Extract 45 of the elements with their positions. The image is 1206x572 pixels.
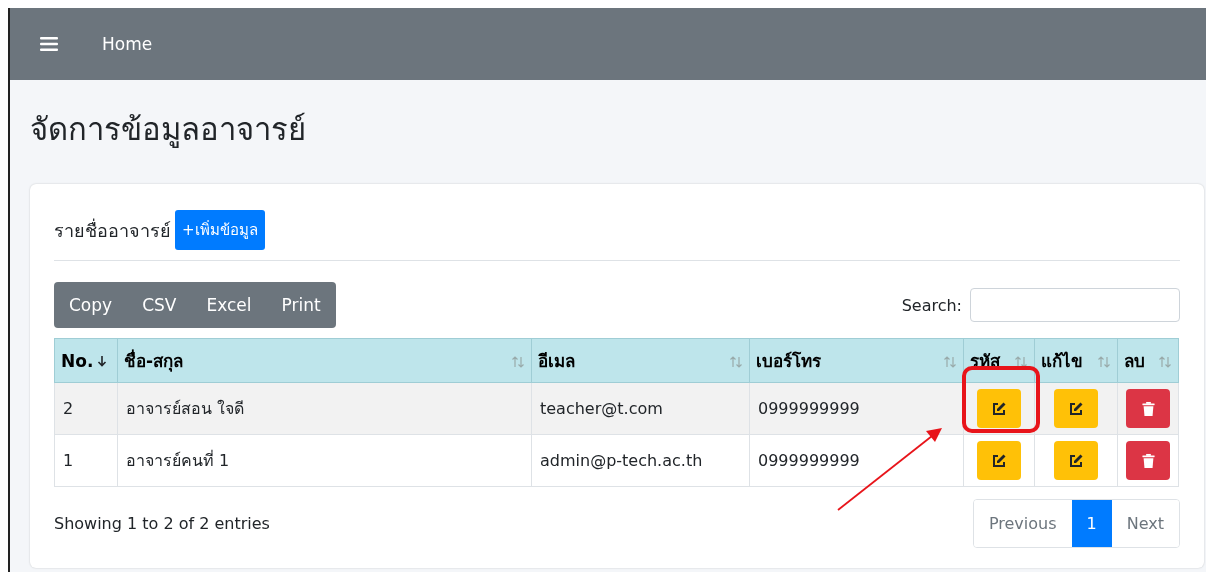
table-cell: 2 (63, 399, 74, 418)
column-header[interactable]: No. (54, 338, 118, 383)
table-cell: 1 (63, 451, 74, 470)
export-button[interactable]: Excel (191, 282, 267, 328)
sort-icon (511, 356, 525, 368)
column-header[interactable]: แก้ไข (1034, 338, 1118, 383)
card-title: รายชื่ออาจารย์ (54, 217, 171, 243)
export-button[interactable]: Copy (54, 282, 128, 328)
trash-icon (1140, 452, 1156, 469)
table-cell: teacher@t.com (540, 399, 663, 418)
page-button[interactable]: 1 (1071, 500, 1112, 547)
search-field[interactable] (970, 288, 1180, 322)
table-cell: 0999999999 (758, 451, 860, 470)
export-button[interactable]: Print (266, 282, 336, 328)
home-link[interactable]: Home (102, 34, 153, 54)
search-label: Search: (901, 295, 962, 315)
column-header[interactable]: ลบ (1117, 338, 1179, 383)
add-button[interactable]: +เพิ่มข้อมูล (175, 210, 265, 250)
sort-icon (943, 356, 957, 368)
table-cell: 0999999999 (758, 399, 860, 418)
edit-icon (1068, 400, 1084, 417)
sort-icon (1158, 356, 1172, 368)
sort-icon (1014, 356, 1028, 368)
column-header[interactable]: เบอร์โทร (749, 338, 964, 383)
edit-button[interactable] (977, 389, 1021, 428)
edit-icon (1068, 452, 1084, 469)
export-button[interactable]: CSV (127, 282, 192, 328)
sort-icon (729, 356, 743, 368)
table-cell: admin@p-tech.ac.th (540, 451, 703, 470)
sort-icon (1097, 356, 1111, 368)
entries-info: Showing 1 to 2 of 2 entries (54, 514, 270, 533)
column-header[interactable]: อีเมล (531, 338, 750, 383)
edit-icon (991, 400, 1007, 417)
edit-button[interactable] (1054, 389, 1098, 428)
menu-icon[interactable] (40, 36, 58, 52)
column-header[interactable]: ชื่อ-สกุล (117, 338, 532, 383)
edit-icon (991, 452, 1007, 469)
edit-button[interactable] (977, 441, 1021, 480)
trash-icon (1140, 400, 1156, 417)
table-cell: อาจารย์สอน ใจดี (126, 399, 245, 418)
delete-button[interactable] (1126, 389, 1170, 428)
edit-button[interactable] (1054, 441, 1098, 480)
delete-button[interactable] (1126, 441, 1170, 480)
page-title: จัดการข้อมูลอาจารย์ (30, 110, 307, 150)
table-cell: อาจารย์คนที่ 1 (126, 451, 230, 470)
